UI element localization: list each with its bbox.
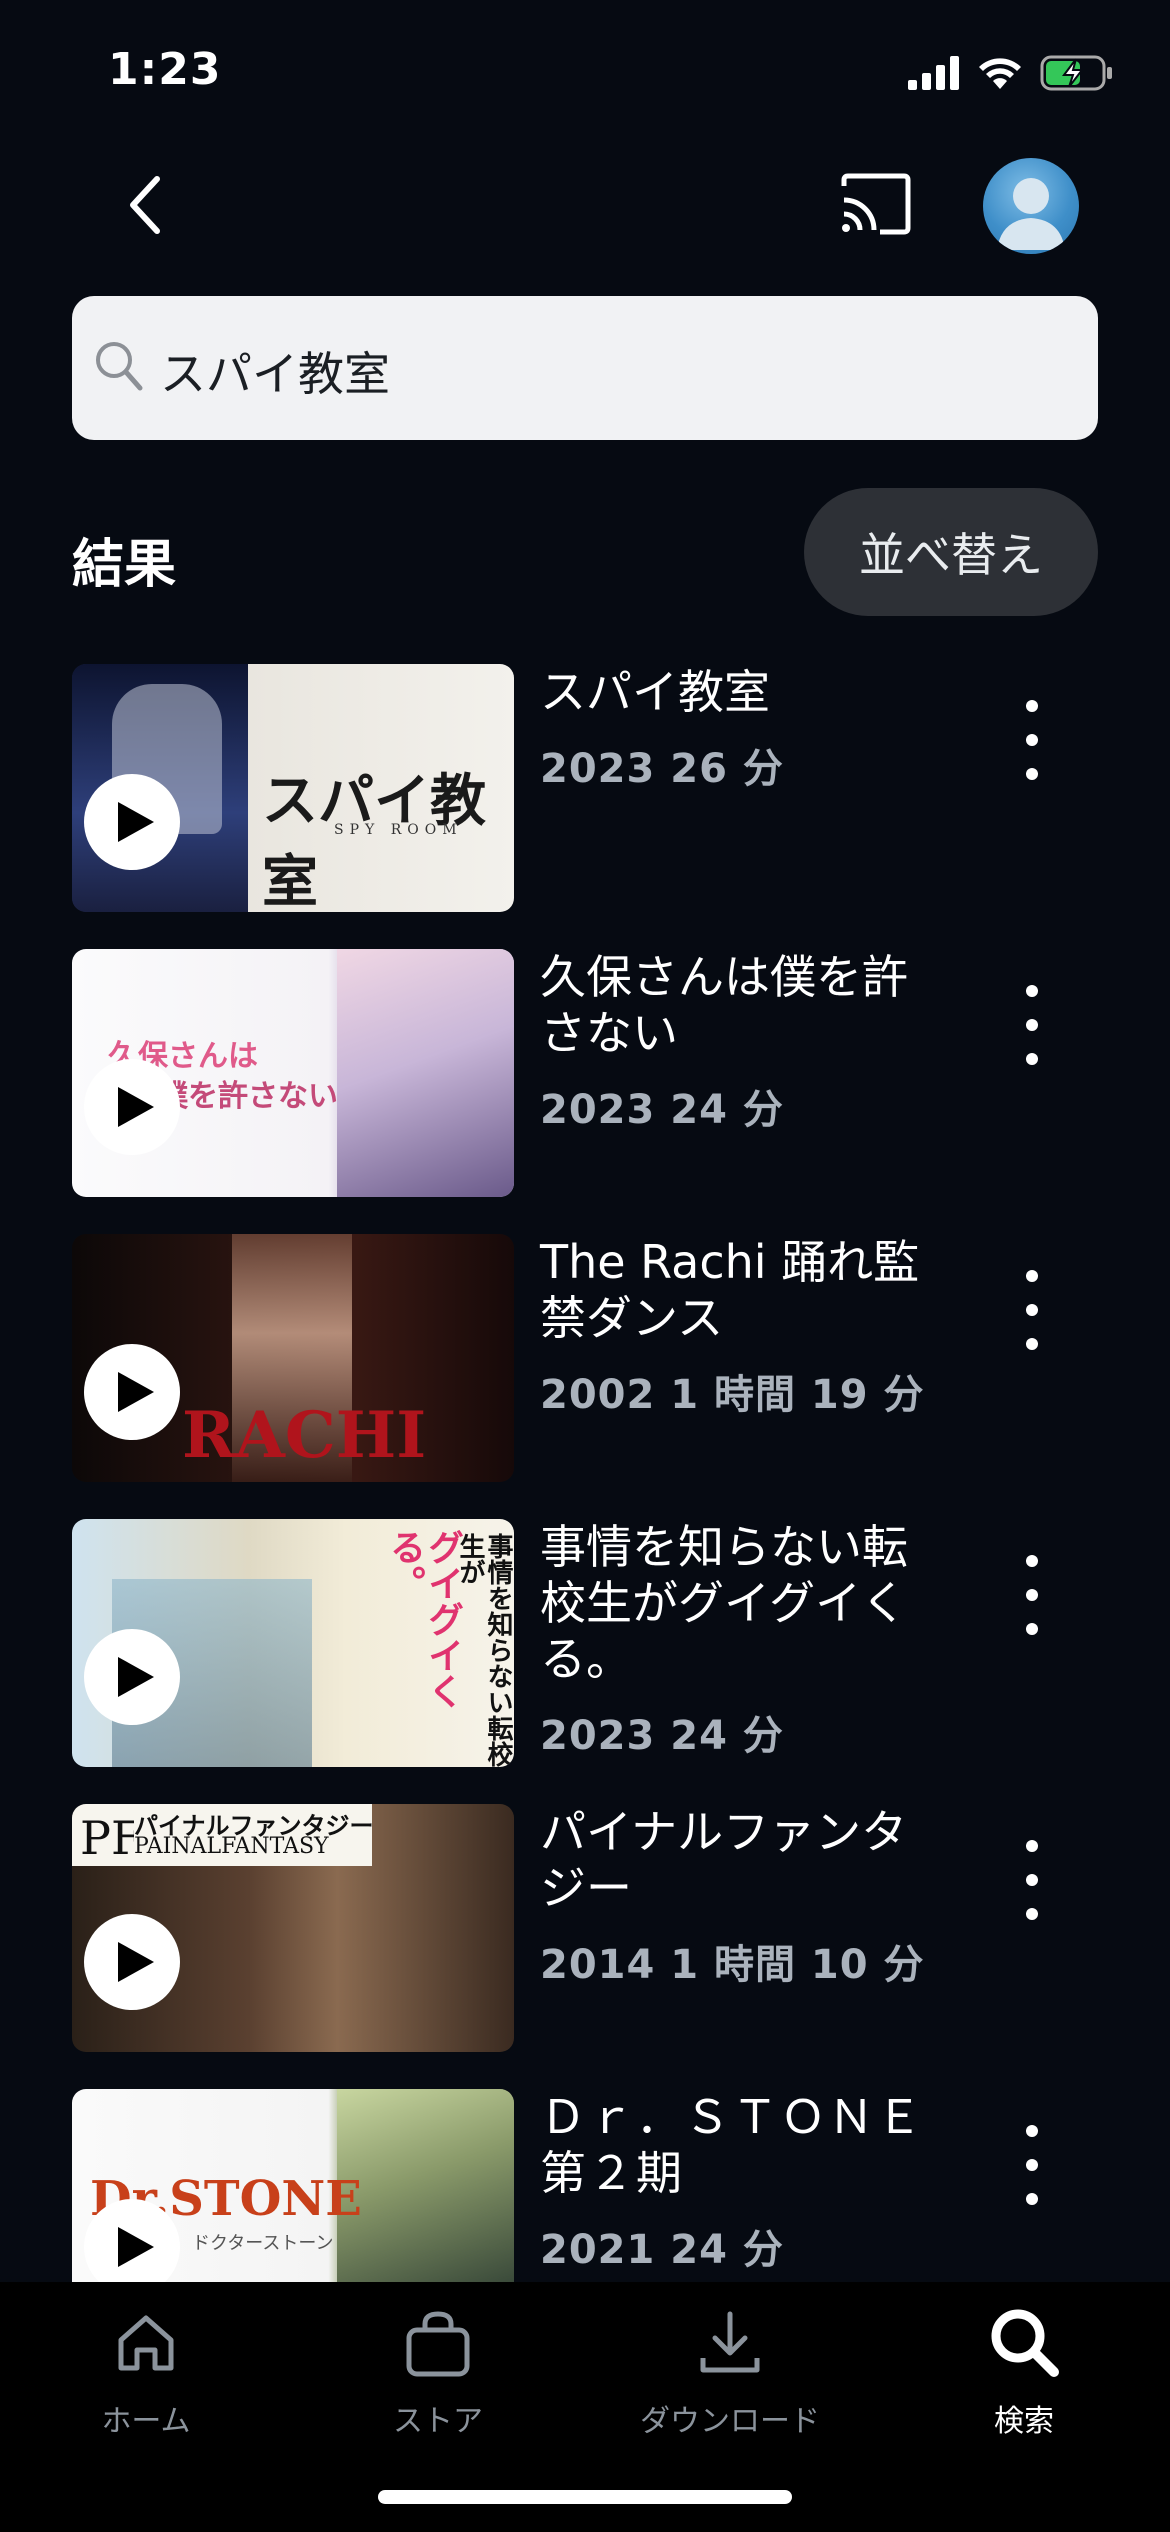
thumbnail[interactable]: パイナルファンタジー PAINALFANTASY PF <box>72 1804 514 2052</box>
tab-store[interactable]: ストア <box>328 2302 548 2442</box>
dot-icon <box>1026 1908 1038 1920</box>
play-icon <box>118 1372 154 1412</box>
thumbnail-title: 事情を知らない転校生が <box>455 1533 513 1767</box>
dot-icon <box>1026 2159 1038 2171</box>
dot-icon <box>1026 1555 1038 1567</box>
tab-label: ホーム <box>101 2404 191 2439</box>
chevron-left-icon <box>130 176 160 234</box>
dot-icon <box>1026 985 1038 997</box>
svg-text:PF: PF <box>80 1811 134 1864</box>
play-icon <box>118 1657 154 1697</box>
play-icon <box>118 1087 154 1127</box>
status-time: 1:23 <box>108 44 222 95</box>
thumbnail[interactable]: RACHI <box>72 1234 514 1482</box>
signal-icon <box>908 56 959 90</box>
tab-label: ストア <box>393 2404 483 2439</box>
dot-icon <box>1026 1874 1038 1886</box>
item-title[interactable]: 久保さんは僕を許さない <box>540 949 940 1061</box>
play-icon <box>118 1942 154 1982</box>
item-title[interactable]: Ｄｒ．ＳＴＯＮＥ 第２期 <box>540 2089 940 2201</box>
dot-icon <box>1026 1053 1038 1065</box>
battery-charging-icon <box>1040 55 1112 91</box>
thumbnail-subtitle: PAINALFANTASY <box>134 1834 329 1859</box>
play-button[interactable] <box>84 1344 180 1440</box>
dot-icon <box>1026 2193 1038 2205</box>
tab-home[interactable]: ホーム <box>36 2302 256 2442</box>
thumbnail[interactable]: Dr.STONE ドクターストーン <box>72 2089 514 2282</box>
search-icon <box>96 342 143 391</box>
dot-icon <box>1026 1270 1038 1282</box>
list-item[interactable]: 事情を知らない転校生が グイグイくる。 事情を知らない転校生がグイグイくる。 2… <box>0 1519 1170 1769</box>
search-icon <box>991 2309 1059 2377</box>
more-options-button[interactable] <box>1012 700 1052 780</box>
download-icon <box>700 2311 760 2373</box>
dot-icon <box>1026 1338 1038 1350</box>
status-bar: 1:23 <box>0 0 1170 150</box>
cast-icon <box>841 173 911 235</box>
item-title[interactable]: The Rachi 踊れ監禁ダンス <box>540 1234 940 1346</box>
store-bag-icon <box>406 2311 470 2377</box>
item-title[interactable]: 事情を知らない転校生がグイグイくる。 <box>540 1519 940 1687</box>
home-indicator[interactable] <box>378 2490 792 2504</box>
top-bar <box>0 150 1170 270</box>
wifi-icon <box>979 58 1021 89</box>
user-profile-icon <box>997 178 1065 250</box>
dot-icon <box>1026 734 1038 746</box>
list-item[interactable]: 久保さんは 僕を許さない 久保さんは僕を許さない 2023 24 分 <box>0 949 1170 1199</box>
results-heading: 結果 <box>72 535 177 595</box>
list-item[interactable]: スパイ教室 SPY ROOM スパイ教室 2023 26 分 <box>0 664 1170 914</box>
sort-button[interactable]: 並べ替え <box>804 488 1098 616</box>
item-meta: 2023 24 分 <box>540 1713 784 1759</box>
play-button[interactable] <box>84 1629 180 1725</box>
tab-label: ダウンロード <box>640 2404 820 2439</box>
item-title[interactable]: スパイ教室 <box>540 664 940 720</box>
dot-icon <box>1026 1623 1038 1635</box>
tab-label: 検索 <box>994 2404 1054 2439</box>
play-icon <box>118 802 154 842</box>
list-item[interactable]: RACHI The Rachi 踊れ監禁ダンス 2002 1 時間 19 分 <box>0 1234 1170 1484</box>
thumbnail[interactable]: スパイ教室 SPY ROOM <box>72 664 514 912</box>
home-icon <box>118 2315 174 2371</box>
list-item[interactable]: パイナルファンタジー PAINALFANTASY PF パイナルファンタジー 2… <box>0 1804 1170 2054</box>
search-input[interactable]: スパイ教室 <box>72 296 1098 440</box>
thumbnail-subtitle: 僕を許さない <box>158 1079 338 1114</box>
dot-icon <box>1026 1589 1038 1601</box>
tab-search[interactable]: 検索 <box>914 2302 1134 2442</box>
more-options-button[interactable] <box>1012 1270 1052 1350</box>
play-icon <box>118 2227 154 2267</box>
dot-icon <box>1026 1304 1038 1316</box>
cast-button[interactable] <box>838 172 914 242</box>
dot-icon <box>1026 1840 1038 1852</box>
avatar[interactable] <box>983 158 1079 254</box>
more-options-button[interactable] <box>1012 1555 1052 1635</box>
item-meta: 2023 26 分 <box>540 746 784 792</box>
more-options-button[interactable] <box>1012 2125 1052 2205</box>
item-title[interactable]: パイナルファンタジー <box>540 1804 940 1916</box>
more-options-button[interactable] <box>1012 1840 1052 1920</box>
thumbnail-subtitle: SPY ROOM <box>334 822 463 838</box>
item-meta: 2021 24 分 <box>540 2227 784 2273</box>
pf-logo: PF <box>80 1811 134 1864</box>
dot-icon <box>1026 2125 1038 2137</box>
play-button[interactable] <box>84 1914 180 2010</box>
thumbnail-title: RACHI <box>182 1398 427 1473</box>
thumbnail[interactable]: 事情を知らない転校生が グイグイくる。 <box>72 1519 514 1767</box>
back-button[interactable] <box>110 170 180 240</box>
play-button[interactable] <box>84 774 180 870</box>
dot-icon <box>1026 1019 1038 1031</box>
more-options-button[interactable] <box>1012 985 1052 1065</box>
thumbnail-subtitle: ドクターストーン <box>192 2233 334 2254</box>
item-meta: 2002 1 時間 19 分 <box>540 1372 925 1418</box>
dot-icon <box>1026 700 1038 712</box>
thumbnail[interactable]: 久保さんは 僕を許さない <box>72 949 514 1197</box>
search-query: スパイ教室 <box>160 347 390 401</box>
tab-download[interactable]: ダウンロード <box>620 2302 840 2442</box>
item-meta: 2023 24 分 <box>540 1087 784 1133</box>
dot-icon <box>1026 768 1038 780</box>
play-button[interactable] <box>84 1059 180 1155</box>
item-meta: 2014 1 時間 10 分 <box>540 1942 925 1988</box>
thumbnail-subtitle: グイグイくる。 <box>384 1529 464 1709</box>
status-icons <box>908 54 1114 92</box>
